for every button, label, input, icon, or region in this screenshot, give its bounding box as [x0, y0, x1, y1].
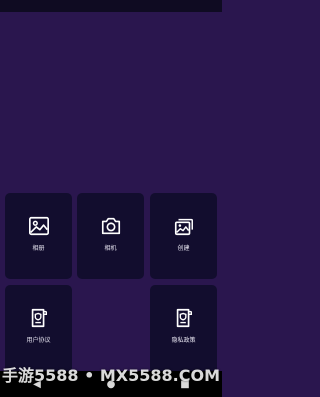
document-shield-icon — [176, 308, 192, 328]
user-agreement-tile[interactable]: 用户协议 — [5, 285, 72, 373]
images-stack-icon — [174, 218, 193, 236]
background-area — [0, 12, 222, 190]
camera-label: 相机 — [104, 245, 117, 252]
user-agreement-label: 用户协议 — [26, 337, 51, 344]
create-tile[interactable]: 创建 — [150, 193, 217, 279]
album-label: 相册 — [32, 245, 45, 252]
document-shield-icon — [31, 308, 47, 328]
camera-tile[interactable]: 相机 — [77, 193, 144, 279]
create-label: 创建 — [177, 245, 190, 252]
privacy-policy-tile[interactable]: 隐私政策 — [150, 285, 217, 373]
status-bar — [0, 0, 222, 12]
watermark: 手游5588 • MX5588.COM — [1, 366, 221, 385]
privacy-policy-label: 隐私政策 — [171, 337, 196, 344]
image-icon — [28, 216, 49, 236]
album-tile[interactable]: 相册 — [5, 193, 72, 279]
camera-icon — [101, 217, 120, 235]
